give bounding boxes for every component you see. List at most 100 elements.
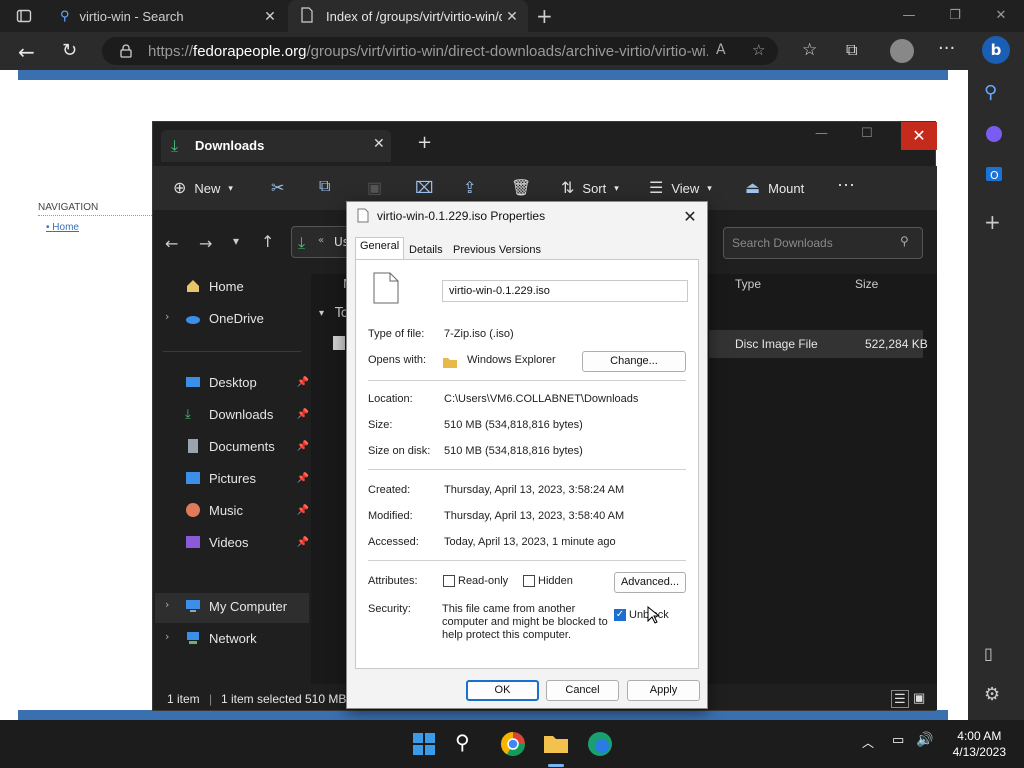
column-header-size[interactable]: Size — [855, 277, 878, 291]
pin-icon[interactable]: 📌 — [297, 409, 309, 420]
details-view-icon[interactable]: ☰ — [891, 690, 909, 708]
profile-avatar[interactable] — [890, 39, 914, 63]
favorites-icon[interactable]: ☆ — [802, 40, 817, 60]
nav-item-desktop[interactable]: Desktop 📌 — [185, 370, 309, 394]
sidebar-panel-icon[interactable]: ▯ — [984, 644, 1008, 668]
new-tab-icon[interactable]: + — [536, 4, 553, 28]
delete-button[interactable]: 🗑 — [511, 178, 531, 198]
collections-icon[interactable]: ⧉ — [846, 40, 857, 60]
tab-general[interactable]: General — [355, 237, 405, 260]
outlook-icon[interactable]: O — [984, 164, 1008, 188]
file-explorer-icon[interactable] — [542, 730, 570, 758]
minimize-icon[interactable]: — — [900, 8, 918, 23]
add-favorite-icon[interactable]: ☆ — [752, 41, 765, 59]
pin-icon[interactable]: 📌 — [297, 441, 309, 452]
hidden-checkbox[interactable] — [523, 575, 535, 587]
explorer-tab-downloads[interactable]: ⤓ Downloads ✕ — [161, 130, 391, 162]
more-options-icon[interactable]: ··· — [938, 38, 955, 59]
search-icon[interactable]: ⚲ — [984, 82, 1008, 106]
nav-item-home[interactable]: Home — [185, 274, 309, 298]
copilot-icon[interactable] — [984, 124, 1008, 148]
close-tab-icon[interactable]: ✕ — [262, 8, 278, 24]
search-icon[interactable]: ⚲ — [455, 730, 483, 758]
new-tab-icon[interactable]: + — [417, 132, 432, 153]
cancel-button[interactable]: Cancel — [546, 680, 619, 701]
filename-input[interactable]: virtio-win-0.1.229.iso — [442, 280, 688, 302]
nav-item-videos[interactable]: Videos 📌 — [185, 530, 309, 554]
nav-item-downloads[interactable]: ⤓ Downloads 📌 — [185, 402, 309, 426]
chrome-icon[interactable] — [499, 730, 527, 758]
refresh-icon[interactable]: ↻ — [62, 40, 77, 61]
copy-button[interactable]: ⧉ — [319, 178, 330, 196]
tab-actions-icon[interactable] — [16, 8, 32, 24]
pin-icon[interactable]: 📌 — [297, 537, 309, 548]
expand-chevron-icon[interactable]: › — [165, 598, 169, 611]
advanced-button[interactable]: Advanced... — [614, 572, 686, 593]
nav-item-documents[interactable]: Documents 📌 — [185, 434, 309, 458]
forward-icon[interactable]: → — [199, 234, 212, 253]
unblock-checkbox[interactable]: ✓ — [614, 609, 626, 621]
view-button[interactable]: ☰ View ▾ — [649, 178, 712, 198]
close-window-icon[interactable]: ✕ — [901, 122, 937, 150]
maximize-icon[interactable]: ☐ — [861, 126, 873, 141]
edge-icon[interactable] — [586, 730, 614, 758]
breadcrumb[interactable]: ⤓ « Us — [291, 226, 349, 258]
read-aloud-icon[interactable]: A — [716, 42, 726, 58]
volume-icon[interactable]: 🔊 — [916, 732, 933, 748]
cut-button[interactable]: ✂ — [271, 178, 284, 198]
up-icon[interactable]: ↑ — [261, 232, 274, 251]
network-status-icon[interactable]: ▭ — [892, 733, 904, 748]
close-tab-icon[interactable]: ✕ — [373, 136, 385, 152]
hidden-label[interactable]: Hidden — [538, 575, 573, 587]
address-bar[interactable]: https://fedorapeople.org/groups/virt/vir… — [102, 37, 778, 65]
nav-item-music[interactable]: Music 📌 — [185, 498, 309, 522]
ok-button[interactable]: OK — [466, 680, 539, 701]
recent-chevron-icon[interactable]: ▾ — [233, 234, 239, 248]
pin-icon[interactable]: 📌 — [297, 377, 309, 388]
back-icon[interactable]: ← — [165, 234, 178, 253]
nav-item-my-computer[interactable]: My Computer — [185, 594, 309, 618]
tiles-view-icon[interactable]: ▣ — [913, 690, 925, 706]
pin-icon[interactable]: 📌 — [297, 505, 309, 516]
nav-item-onedrive[interactable]: OneDrive — [185, 306, 309, 330]
settings-gear-icon[interactable]: ⚙ — [984, 684, 1008, 708]
start-icon[interactable] — [410, 730, 438, 758]
readonly-label[interactable]: Read-only — [458, 575, 508, 587]
minimize-icon[interactable]: — — [815, 126, 828, 141]
tab-index-virtio[interactable]: Index of /groups/virt/virtio-win/d ✕ — [288, 0, 528, 32]
new-button[interactable]: ⊕ New ▾ — [173, 178, 233, 198]
mount-button[interactable]: ⏏ Mount — [745, 178, 804, 198]
rename-button[interactable]: ⌧ — [415, 178, 433, 198]
show-hidden-icons-chevron[interactable]: ︿ — [862, 734, 874, 751]
restore-icon[interactable]: ❐ — [946, 8, 964, 23]
share-button[interactable]: ⇪ — [463, 178, 476, 198]
bing-chat-icon[interactable]: b — [982, 36, 1010, 64]
change-button[interactable]: Change... — [582, 351, 686, 372]
pin-icon[interactable]: 📌 — [297, 473, 309, 484]
download-icon: ⤓ — [171, 136, 179, 155]
nav-item-network[interactable]: Network — [185, 626, 309, 650]
group-collapse-icon[interactable]: ▾ — [319, 308, 324, 319]
add-icon[interactable]: + — [984, 210, 1008, 234]
svg-text:O: O — [990, 169, 999, 182]
close-tab-icon[interactable]: ✕ — [504, 8, 520, 24]
nav-item-pictures[interactable]: Pictures 📌 — [185, 466, 309, 490]
column-header-type[interactable]: Type — [735, 277, 761, 291]
nav-home-label[interactable]: Home — [52, 222, 79, 233]
readonly-checkbox[interactable] — [443, 575, 455, 587]
close-icon[interactable]: ✕ — [679, 206, 701, 228]
expand-chevron-icon[interactable]: › — [165, 310, 169, 323]
clock[interactable]: 4:00 AM 4/13/2023 — [953, 728, 1006, 760]
sort-button[interactable]: ⇅ Sort ▾ — [561, 178, 619, 198]
lock-icon[interactable] — [120, 43, 132, 62]
close-window-icon[interactable]: ✕ — [992, 8, 1010, 23]
back-icon[interactable]: ← — [18, 40, 35, 64]
url-text[interactable]: https://fedorapeople.org/groups/virt/vir… — [148, 43, 708, 60]
expand-chevron-icon[interactable]: › — [165, 630, 169, 643]
tab-search[interactable]: ⚲ virtio-win - Search ✕ — [48, 0, 286, 32]
search-input[interactable]: Search Downloads ⚲ — [723, 227, 923, 259]
apply-button[interactable]: Apply — [627, 680, 700, 701]
more-options-icon[interactable]: ··· — [837, 174, 855, 195]
nav-home-link[interactable]: • Home — [46, 222, 79, 233]
paste-button[interactable]: ▣ — [367, 178, 382, 198]
